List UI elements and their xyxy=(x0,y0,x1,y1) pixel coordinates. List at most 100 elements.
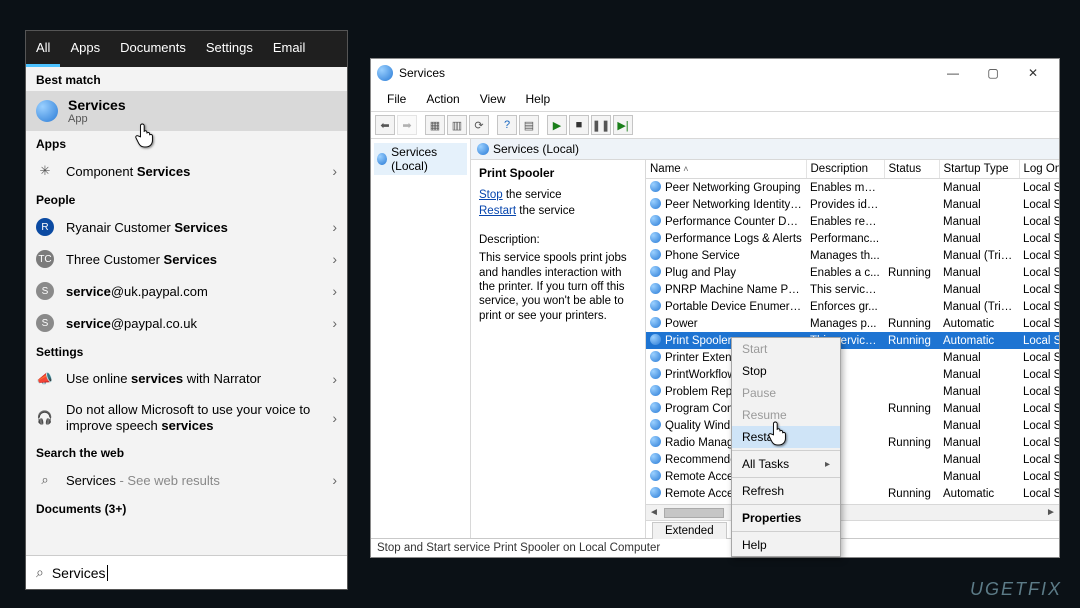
titlebar[interactable]: Services — ▢ ✕ xyxy=(371,59,1059,87)
web-result[interactable]: ⌕ Services - See web results › xyxy=(26,464,347,496)
chevron-right-icon: › xyxy=(332,219,337,235)
desc-text: This service spools print jobs and handl… xyxy=(479,251,637,323)
menu-item-all-tasks[interactable]: All Tasks▸ xyxy=(732,453,840,475)
best-match-sub: App xyxy=(68,113,126,125)
menu-item-pause: Pause xyxy=(732,382,840,404)
forward-button[interactable]: ➡ xyxy=(397,115,417,135)
table-row[interactable]: Portable Device Enumerator... Enforces g… xyxy=(646,298,1059,315)
table-row[interactable]: Performance Counter DLL ... Enables rem.… xyxy=(646,213,1059,230)
stop-link[interactable]: Stop xyxy=(479,189,503,201)
gear-icon xyxy=(650,402,661,413)
help-button[interactable]: ? xyxy=(497,115,517,135)
people-result[interactable]: R Ryanair Customer Services › xyxy=(26,211,347,243)
chevron-right-icon: › xyxy=(332,163,337,179)
table-row[interactable]: Radio Manag ...RunningManualLocal Servic… xyxy=(646,434,1059,451)
col-description[interactable]: Description xyxy=(806,160,884,179)
setting-icon: 📣 xyxy=(36,370,54,388)
tab-extended[interactable]: Extended xyxy=(652,522,727,539)
search-icon: ⌕ xyxy=(36,471,54,489)
start-service-button[interactable]: ▶ xyxy=(547,115,567,135)
restart-service-button[interactable]: ▶| xyxy=(613,115,633,135)
settings-result[interactable]: 📣 Use online services with Narrator › xyxy=(26,363,347,395)
table-row[interactable]: Performance Logs & Alerts Performanc...M… xyxy=(646,230,1059,247)
menu-view[interactable]: View xyxy=(470,90,516,108)
search-tab-documents[interactable]: Documents xyxy=(110,31,196,67)
table-row[interactable]: Power Manages p...RunningAutomaticLocal … xyxy=(646,315,1059,332)
desc-label: Description: xyxy=(479,233,637,247)
menu-action[interactable]: Action xyxy=(416,90,469,108)
gear-icon xyxy=(650,351,661,362)
gear-icon xyxy=(650,419,661,430)
search-icon: ⌕ xyxy=(36,564,44,581)
col-status[interactable]: Status xyxy=(884,160,939,179)
search-tab-settings[interactable]: Settings xyxy=(196,31,263,67)
gear-icon xyxy=(650,436,661,447)
people-result[interactable]: S service@paypal.co.uk › xyxy=(26,307,347,339)
search-input[interactable]: ⌕ Services xyxy=(26,555,347,589)
chevron-right-icon: › xyxy=(332,410,337,426)
search-tab-all[interactable]: All xyxy=(26,31,60,67)
menu-file[interactable]: File xyxy=(377,90,416,108)
maximize-button[interactable]: ▢ xyxy=(973,63,1013,83)
table-row[interactable]: Print Spooler This service ...RunningAut… xyxy=(646,332,1059,349)
table-row[interactable]: Recommende ...ManualLocal Syste... xyxy=(646,451,1059,468)
back-button[interactable]: ⬅ xyxy=(375,115,395,135)
people-result[interactable]: TC Three Customer Services › xyxy=(26,243,347,275)
restart-link[interactable]: Restart xyxy=(479,205,516,217)
menu-item-refresh[interactable]: Refresh xyxy=(732,480,840,502)
table-row[interactable]: Remote Desk ...ManualLocal Syste... xyxy=(646,502,1059,504)
best-match-item[interactable]: Services App xyxy=(26,91,347,131)
table-row[interactable]: PrintWorkflow ...ManualLocal Syste... xyxy=(646,366,1059,383)
chevron-right-icon: › xyxy=(332,472,337,488)
table-row[interactable]: Plug and Play Enables a c...RunningManua… xyxy=(646,264,1059,281)
services-grid[interactable]: NameDescriptionStatusStartup TypeLog On … xyxy=(646,160,1059,504)
gear-icon xyxy=(650,266,661,277)
setting-icon: 🎧 xyxy=(36,409,54,427)
table-row[interactable]: Problem Repo ...ManualLocal Syste... xyxy=(646,383,1059,400)
pane-header: Services (Local) xyxy=(471,139,1059,160)
context-menu: Start Stop Pause Resume Restart All Task… xyxy=(731,337,841,557)
chevron-right-icon: › xyxy=(332,251,337,267)
table-row[interactable]: Phone Service Manages th...Manual (Trig.… xyxy=(646,247,1059,264)
refresh-button[interactable]: ⟳ xyxy=(469,115,489,135)
stop-service-button[interactable]: ■ xyxy=(569,115,589,135)
gear-icon xyxy=(650,232,661,243)
search-tabs: AllAppsDocumentsSettingsEmail xyxy=(26,31,347,67)
table-row[interactable]: Peer Networking Grouping Enables mul...M… xyxy=(646,179,1059,197)
section-apps: Apps xyxy=(26,131,347,155)
table-row[interactable]: Peer Networking Identity M... Provides i… xyxy=(646,196,1059,213)
gear-icon xyxy=(650,181,661,192)
export-button[interactable]: ▥ xyxy=(447,115,467,135)
show-hide-button[interactable]: ▦ xyxy=(425,115,445,135)
search-tab-email[interactable]: Email xyxy=(263,31,316,67)
menu-help[interactable]: Help xyxy=(516,90,561,108)
col-startup-type[interactable]: Startup Type xyxy=(939,160,1019,179)
col-name[interactable]: Name xyxy=(646,160,806,179)
gear-icon xyxy=(650,453,661,464)
col-log-on-as[interactable]: Log On As xyxy=(1019,160,1059,179)
table-row[interactable]: Program Com e...RunningManualLocal Syste… xyxy=(646,400,1059,417)
menu-item-help[interactable]: Help xyxy=(732,534,840,556)
tree-node-services-local[interactable]: Services (Local) xyxy=(374,143,467,175)
services-icon xyxy=(377,65,393,81)
gear-icon xyxy=(650,317,661,328)
people-result[interactable]: S service@uk.paypal.com › xyxy=(26,275,347,307)
menu-item-stop[interactable]: Stop xyxy=(732,360,840,382)
view-tabs: Extended Standard xyxy=(646,520,1059,538)
menu-item-restart[interactable]: Restart xyxy=(732,426,840,448)
table-row[interactable]: Quality Wind ...ManualLocal Service xyxy=(646,417,1059,434)
search-input-value: Services xyxy=(52,565,106,581)
pause-service-button[interactable]: ❚❚ xyxy=(591,115,611,135)
table-row[interactable]: Remote Acce ...RunningAutomaticLocal Sys… xyxy=(646,485,1059,502)
close-button[interactable]: ✕ xyxy=(1013,63,1053,83)
settings-result[interactable]: 🎧 Do not allow Microsoft to use your voi… xyxy=(26,395,347,440)
menu-item-properties[interactable]: Properties xyxy=(732,507,840,529)
table-row[interactable]: Printer Extens e...ManualLocal Syste... xyxy=(646,349,1059,366)
properties-button[interactable]: ▤ xyxy=(519,115,539,135)
table-row[interactable]: PNRP Machine Name Publi... This service … xyxy=(646,281,1059,298)
minimize-button[interactable]: — xyxy=(933,63,973,83)
horizontal-scrollbar[interactable]: ◄► xyxy=(646,504,1059,520)
search-tab-apps[interactable]: Apps xyxy=(60,31,110,67)
app-result[interactable]: ✳ Component Services › xyxy=(26,155,347,187)
table-row[interactable]: Remote Acce ...ManualLocal Syste... xyxy=(646,468,1059,485)
